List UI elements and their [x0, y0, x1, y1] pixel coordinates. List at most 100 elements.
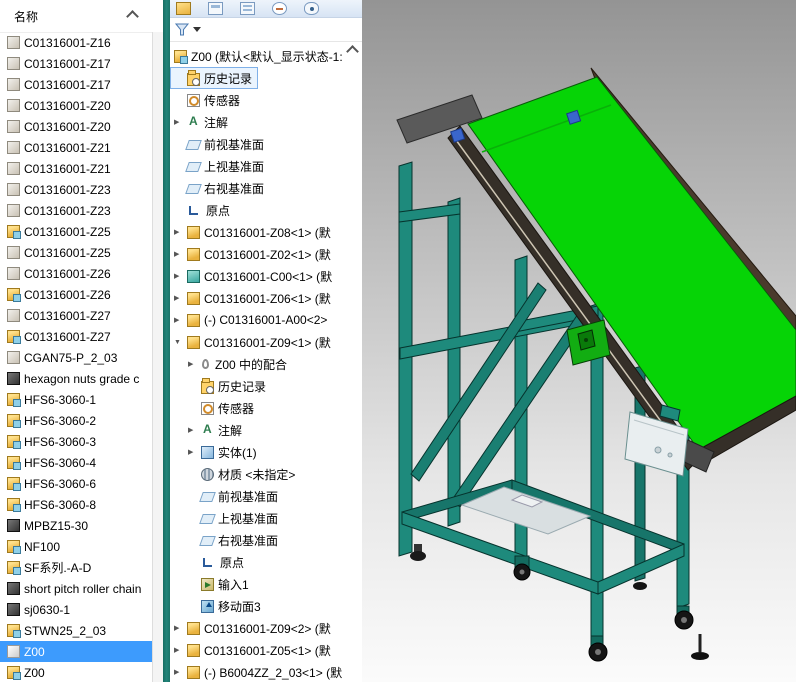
- expand-arrow-icon[interactable]: ▼: [174, 339, 187, 346]
- list-item[interactable]: NF100: [0, 536, 153, 557]
- displaymanager-icon[interactable]: [304, 2, 319, 15]
- tree-item[interactable]: ▶ Z00 中的配合: [170, 353, 362, 375]
- tree-item[interactable]: 历史记录: [170, 375, 362, 397]
- tree-item[interactable]: ▶ C01316001-Z08<1> (默: [170, 221, 362, 243]
- tree-item[interactable]: 上视基准面: [170, 507, 362, 529]
- tree-item[interactable]: ▶ C01316001-Z02<1> (默: [170, 243, 362, 265]
- list-item[interactable]: C01316001-Z23: [0, 200, 153, 221]
- tree-item-label: (-) C01316001-A00<2>: [204, 313, 328, 327]
- list-item[interactable]: HFS6-3060-3: [0, 431, 153, 452]
- parts-list-scrollbar[interactable]: [152, 32, 163, 682]
- expand-arrow-icon[interactable]: ▶: [174, 118, 187, 126]
- list-item[interactable]: C01316001-Z20: [0, 95, 153, 116]
- list-item[interactable]: CGAN75-P_2_03: [0, 347, 153, 368]
- list-item-label: C01316001-Z17: [24, 77, 111, 92]
- tree-item-label: C01316001-Z06<1> (默: [204, 291, 331, 306]
- expand-arrow-icon[interactable]: ▶: [174, 316, 187, 324]
- list-item[interactable]: SF系列.-A-D: [0, 557, 153, 578]
- expand-arrow-icon[interactable]: ▶: [188, 426, 201, 434]
- configurationmanager-icon[interactable]: [240, 2, 255, 15]
- tree-item[interactable]: ▶ 注解: [170, 419, 362, 441]
- tree-item[interactable]: 原点: [170, 199, 362, 221]
- asm-gold-icon: [7, 498, 21, 512]
- tree-item[interactable]: ▶ C01316001-Z05<1> (默: [170, 639, 362, 661]
- list-item[interactable]: C01316001-Z16: [0, 32, 153, 53]
- list-item[interactable]: HFS6-3060-4: [0, 452, 153, 473]
- expand-arrow-icon[interactable]: ▶: [174, 624, 187, 632]
- tree-item[interactable]: 材质 <未指定>: [170, 463, 362, 485]
- list-item[interactable]: HFS6-3060-8: [0, 494, 153, 515]
- tree-item[interactable]: ▶ C01316001-C00<1> (默: [170, 265, 362, 287]
- expand-arrow-icon[interactable]: ▶: [174, 294, 187, 302]
- tree-item[interactable]: 传感器: [170, 397, 362, 419]
- list-item[interactable]: C01316001-Z25: [0, 242, 153, 263]
- list-item-label: HFS6-3060-6: [24, 476, 97, 491]
- tree-item[interactable]: 输入1: [170, 573, 362, 595]
- list-item[interactable]: HFS6-3060-6: [0, 473, 153, 494]
- featuremanager-icon[interactable]: [176, 2, 191, 15]
- list-item[interactable]: Z00: [0, 641, 153, 662]
- list-item[interactable]: sj0630-1: [0, 599, 153, 620]
- tree-item[interactable]: ▼ C01316001-Z09<1> (默: [170, 331, 362, 353]
- list-item[interactable]: STWN25_2_03: [0, 620, 153, 641]
- list-item[interactable]: C01316001-Z23: [0, 179, 153, 200]
- list-item[interactable]: hexagon nuts grade c: [0, 368, 153, 389]
- tree-item[interactable]: 原点: [170, 551, 362, 573]
- expand-arrow-icon[interactable]: ▶: [174, 646, 187, 654]
- part-dark-icon: [7, 582, 20, 595]
- expand-arrow-icon[interactable]: ▶: [188, 448, 201, 456]
- list-item[interactable]: C01316001-Z17: [0, 53, 153, 74]
- list-item[interactable]: C01316001-Z27: [0, 305, 153, 326]
- tree-item[interactable]: 移动面3: [170, 595, 362, 617]
- tree-item[interactable]: 右视基准面: [170, 177, 362, 199]
- list-item[interactable]: C01316001-Z21: [0, 137, 153, 158]
- list-item[interactable]: HFS6-3060-2: [0, 410, 153, 431]
- plane-icon: [199, 536, 216, 546]
- list-item-label: HFS6-3060-2: [24, 413, 97, 428]
- list-item[interactable]: C01316001-Z26: [0, 263, 153, 284]
- tree-item[interactable]: 传感器: [170, 89, 362, 111]
- tree-item[interactable]: 历史记录: [170, 67, 259, 89]
- expand-arrow-icon[interactable]: ▶: [174, 250, 187, 258]
- list-item[interactable]: C01316001-Z21: [0, 158, 153, 179]
- tree-item[interactable]: ▶ (-) C01316001-A00<2>: [170, 309, 362, 331]
- panel-splitter[interactable]: [163, 0, 170, 682]
- list-item[interactable]: C01316001-Z17: [0, 74, 153, 95]
- expand-arrow-icon[interactable]: ▶: [174, 668, 187, 676]
- filter-funnel-icon[interactable]: [175, 23, 190, 37]
- filter-dropdown-arrow-icon[interactable]: [193, 27, 201, 32]
- feature-tree: Z00 (默认<默认_显示状态-1:历史记录传感器▶注解前视基准面上视基准面右视…: [170, 42, 362, 682]
- tree-item[interactable]: 前视基准面: [170, 485, 362, 507]
- tree-item[interactable]: ▶ C01316001-Z06<1> (默: [170, 287, 362, 309]
- list-item[interactable]: C01316001-Z26: [0, 284, 153, 305]
- expand-arrow-icon[interactable]: ▶: [188, 360, 201, 368]
- part-gold-icon: [187, 335, 200, 349]
- tree-item[interactable]: ▶ C01316001-Z09<2> (默: [170, 617, 362, 639]
- list-item[interactable]: HFS6-3060-1: [0, 389, 153, 410]
- 3d-viewport[interactable]: [362, 0, 796, 682]
- list-item[interactable]: C01316001-Z25: [0, 221, 153, 242]
- tree-item[interactable]: ▶ (-) B6004ZZ_2_03<1> (默: [170, 661, 362, 682]
- expand-arrow-icon[interactable]: ▶: [174, 272, 187, 280]
- list-item[interactable]: short pitch roller chain: [0, 578, 153, 599]
- asm-gold-icon: [7, 330, 21, 344]
- dimxpertmanager-icon[interactable]: [272, 2, 287, 15]
- tree-item[interactable]: 上视基准面: [170, 155, 362, 177]
- tree-item-label: 材质 <未指定>: [218, 467, 296, 482]
- list-item[interactable]: Z00: [0, 662, 153, 682]
- foot-stem: [414, 544, 422, 552]
- propertymanager-icon[interactable]: [208, 2, 223, 15]
- list-item[interactable]: C01316001-Z27: [0, 326, 153, 347]
- list-item[interactable]: MPBZ15-30: [0, 515, 153, 536]
- featuremanager-filter-bar: [170, 18, 362, 42]
- list-item[interactable]: C01316001-Z20: [0, 116, 153, 137]
- tree-item[interactable]: 右视基准面: [170, 529, 362, 551]
- expand-arrow-icon[interactable]: ▶: [174, 228, 187, 236]
- collapse-up-icon[interactable]: [126, 10, 139, 23]
- tree-item[interactable]: ▶ 实体(1): [170, 441, 362, 463]
- tree-item[interactable]: Z00 (默认<默认_显示状态-1:: [170, 45, 362, 67]
- tree-item[interactable]: 前视基准面: [170, 133, 362, 155]
- caster-hub: [595, 649, 601, 655]
- tree-item[interactable]: ▶ 注解: [170, 111, 362, 133]
- part-gray-icon: [7, 57, 20, 70]
